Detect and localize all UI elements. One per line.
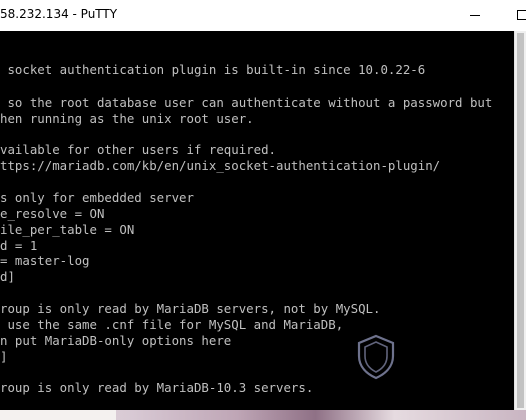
terminal-line: ile_per_table = ON [0,222,135,237]
terminal-output[interactable]: socket authentication plugin is built-in… [0,31,514,410]
maximize-button[interactable] [500,0,526,31]
window-title: 58.232.134 - PuTTY [0,7,118,21]
minimize-icon [470,15,480,16]
terminal-line: socket authentication plugin is built-in… [0,62,426,77]
terminal-line: roup is only read by MariaDB-10.3 server… [0,380,314,395]
desktop-window-edge [0,410,116,420]
terminal-line: ] [0,349,8,364]
vertical-scrollbar[interactable] [514,31,526,410]
terminal-line: s only for embedded server [0,190,194,205]
desktop-background-strip [0,410,526,420]
maximize-icon [517,10,526,20]
terminal-line: ttps://mariadb.com/kb/en/unix_socket-aut… [0,158,441,173]
terminal-line: vailable for other users if required. [0,142,277,157]
terminal-line: roup is only read by MariaDB servers, no… [0,301,381,316]
terminal-line: d] [0,269,15,284]
terminal-line: = master-log [0,253,90,268]
terminal-line: use the same .cnf file for MySQL and Mar… [0,317,344,332]
shield-icon [356,334,396,380]
terminal-line: d = 1 [0,238,38,253]
terminal-line: e_resolve = ON [0,206,105,221]
title-bar[interactable]: 58.232.134 - PuTTY [0,0,526,31]
scrollbar-thumb[interactable] [517,33,524,408]
minimize-button[interactable] [453,0,499,31]
putty-window: 58.232.134 - PuTTY socket authentication… [0,0,526,420]
terminal-line: so the root database user can authentica… [0,95,493,110]
terminal-line: n put MariaDB-only options here [0,333,232,348]
terminal-line: hen running as the unix root user. [0,111,254,126]
